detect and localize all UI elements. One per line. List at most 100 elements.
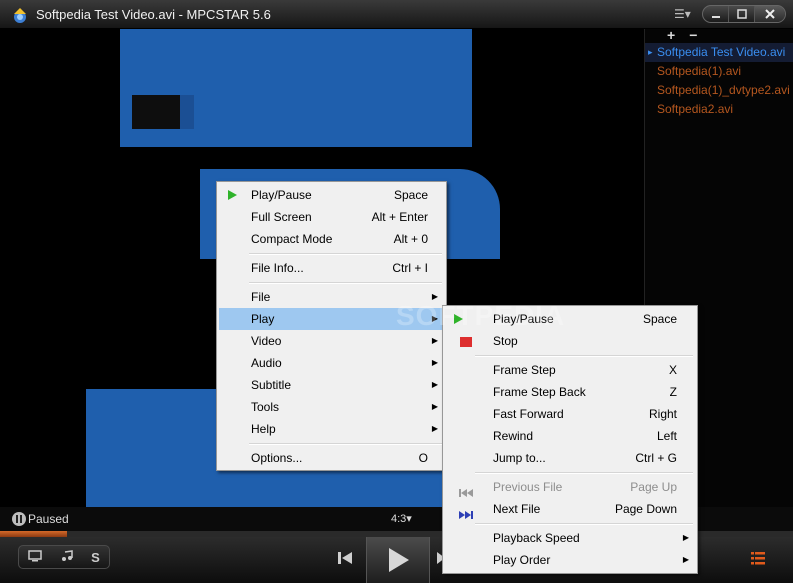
playlist-item[interactable]: Softpedia2.avi — [645, 100, 793, 119]
menu-item-label: Play Order — [493, 553, 551, 567]
menu-item-frame-step-back[interactable]: Frame Step Back Z — [445, 381, 695, 403]
menu-item-shortcut: Left — [656, 429, 677, 443]
menu-item-label: Video — [251, 334, 282, 348]
add-file-button[interactable]: + — [667, 28, 675, 43]
menu-item-fast-forward[interactable]: Fast Forward Right — [445, 403, 695, 425]
menu-item-label: Jump to... — [493, 451, 546, 465]
maximize-icon — [736, 9, 747, 19]
menu-separator — [219, 440, 444, 447]
menu-item-shortcut: O — [418, 451, 428, 465]
menu-item-shortcut: Ctrl + I — [392, 261, 428, 275]
menu-item-label: Frame Step — [493, 363, 556, 377]
close-icon — [765, 9, 775, 19]
aspect-ratio-dropdown[interactable]: 4:3▾ — [391, 512, 412, 525]
menu-item-previous-file: Previous File Page Up — [445, 476, 695, 498]
menu-item-label: Compact Mode — [251, 232, 333, 246]
submenu-arrow-icon: ▶ — [431, 402, 438, 411]
playback-state: Paused — [28, 512, 69, 526]
menu-item-shortcut: Space — [393, 188, 428, 202]
menu-list-icon[interactable]: ☰▾ — [674, 7, 691, 21]
menu-item-playback-speed[interactable]: Playback Speed ▶ — [445, 527, 695, 549]
menu-separator — [445, 352, 695, 359]
playlist-items: Softpedia Test Video.aviSoftpedia(1).avi… — [645, 43, 793, 119]
menu-item-frame-step[interactable]: Frame Step X — [445, 359, 695, 381]
menu-item-label: Subtitle — [251, 378, 292, 392]
menu-item-options[interactable]: Options... O — [219, 447, 444, 469]
menu-item-label: Stop — [493, 334, 518, 348]
menu-separator — [445, 520, 695, 527]
menu-item-play-pause[interactable]: Play/Pause Space — [219, 184, 444, 206]
menu-item-subtitle[interactable]: Subtitle ▶ — [219, 374, 444, 396]
subtitle-button[interactable]: S — [91, 550, 100, 565]
menu-item-compact-mode[interactable]: Compact Mode Alt + 0 — [219, 228, 444, 250]
menu-item-label: File — [251, 290, 271, 304]
next-file-icon — [459, 504, 473, 519]
menu-item-label: Rewind — [493, 429, 534, 443]
menu-item-shortcut: Page Down — [614, 502, 677, 516]
menu-item-next-file[interactable]: Next File Page Down — [445, 498, 695, 520]
monitor-icon[interactable] — [28, 549, 42, 565]
menu-item-label: Full Screen — [251, 210, 312, 224]
menu-item-video[interactable]: Video ▶ — [219, 330, 444, 352]
previous-file-icon — [459, 482, 473, 497]
submenu-arrow-icon: ▶ — [431, 336, 438, 345]
menu-item-play-order[interactable]: Play Order ▶ — [445, 549, 695, 571]
menu-item-label: Options... — [251, 451, 303, 465]
menu-item-shortcut: Alt + Enter — [371, 210, 428, 224]
playlist-item[interactable]: Softpedia(1)_dvtype2.avi — [645, 81, 793, 100]
menu-item-tools[interactable]: Tools ▶ — [219, 396, 444, 418]
stop-icon — [460, 337, 472, 347]
pause-status-icon — [12, 512, 26, 526]
menu-item-label: File Info... — [251, 261, 304, 275]
app-logo-icon — [14, 8, 26, 23]
menu-item-shortcut: Ctrl + G — [635, 451, 677, 465]
menu-item-stop[interactable]: Stop — [445, 330, 695, 352]
menu-item-shortcut: X — [668, 363, 677, 377]
video-frame-shape — [132, 95, 194, 129]
submenu-arrow-icon: ▶ — [431, 380, 438, 389]
menu-separator — [219, 250, 444, 257]
play-icon — [228, 190, 240, 200]
menu-item-file-info[interactable]: File Info... Ctrl + I — [219, 257, 444, 279]
menu-item-shortcut: Space — [642, 312, 677, 326]
minimize-button[interactable] — [703, 6, 728, 22]
menu-item-label: Previous File — [493, 480, 563, 494]
playlist-item[interactable]: Softpedia(1).avi — [645, 62, 793, 81]
menu-item-audio[interactable]: Audio ▶ — [219, 352, 444, 374]
playlist-toolbar: + − — [645, 28, 793, 43]
menu-item-label: Fast Forward — [493, 407, 564, 421]
remove-file-button[interactable]: − — [689, 28, 697, 43]
close-button[interactable] — [753, 6, 785, 22]
submenu-arrow-icon: ▶ — [431, 424, 438, 433]
window-controls — [702, 5, 786, 23]
playlist-toggle-icon[interactable] — [751, 551, 765, 565]
toggle-group: S — [18, 545, 110, 569]
video-frame-shape — [120, 29, 472, 147]
previous-icon[interactable] — [336, 549, 354, 567]
menu-item-label: Frame Step Back — [493, 385, 586, 399]
window-title: Softpedia Test Video.avi - MPCSTAR 5.6 — [36, 7, 271, 22]
play-button[interactable] — [366, 537, 430, 583]
menu-item-label: Next File — [493, 502, 541, 516]
music-note-icon[interactable] — [61, 549, 73, 565]
watermark: SOFTPEDIA — [396, 300, 566, 331]
playlist-item[interactable]: Softpedia Test Video.avi — [645, 43, 793, 62]
menu-item-help[interactable]: Help ▶ — [219, 418, 444, 440]
menu-item-label: Tools — [251, 400, 280, 414]
menu-item-full-screen[interactable]: Full Screen Alt + Enter — [219, 206, 444, 228]
play-icon — [389, 548, 409, 572]
menu-item-label: Audio — [251, 356, 282, 370]
submenu-arrow-icon: ▶ — [431, 358, 438, 367]
menu-item-jump-to[interactable]: Jump to... Ctrl + G — [445, 447, 695, 469]
menu-item-label: Play — [251, 312, 275, 326]
submenu-arrow-icon: ▶ — [682, 555, 689, 564]
title-bar: Softpedia Test Video.avi - MPCSTAR 5.6 ☰… — [0, 0, 793, 29]
submenu-arrow-icon: ▶ — [682, 533, 689, 542]
menu-separator — [445, 469, 695, 476]
play-submenu: Play/Pause Space Stop Frame Step X Frame Step… — [442, 305, 698, 574]
menu-item-rewind[interactable]: Rewind Left — [445, 425, 695, 447]
minimize-icon — [711, 16, 720, 18]
menu-item-label: Help — [251, 422, 276, 436]
menu-item-shortcut: Z — [669, 385, 677, 399]
maximize-button[interactable] — [728, 6, 753, 22]
